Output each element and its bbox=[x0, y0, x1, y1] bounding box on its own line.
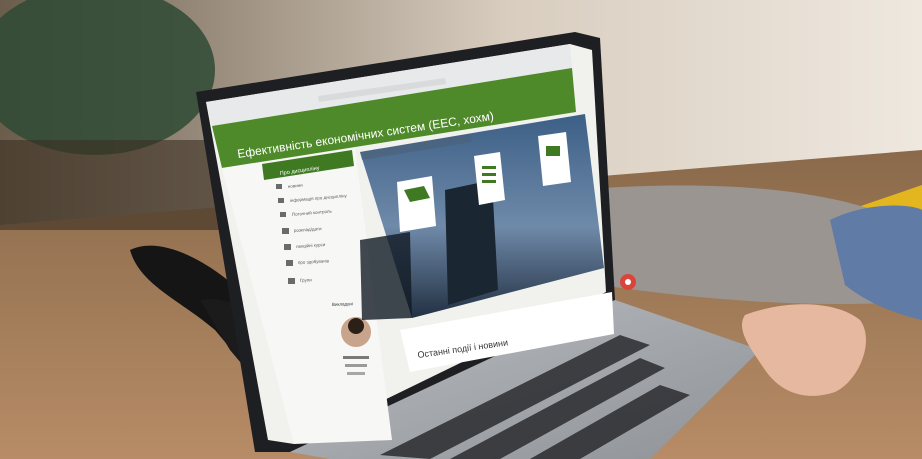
people-icon bbox=[286, 260, 293, 266]
group-icon bbox=[288, 278, 295, 284]
calendar-icon bbox=[282, 228, 289, 234]
card-courses[interactable] bbox=[397, 176, 436, 232]
photo-scene: Ефективність економічних систем (ЕЕС, хо… bbox=[0, 0, 922, 459]
teachers-heading: Викладачі bbox=[332, 301, 353, 307]
sidebar-item-groups[interactable]: Групи bbox=[300, 277, 313, 283]
teacher-name-line bbox=[343, 356, 369, 359]
info-icon bbox=[278, 198, 284, 203]
plus-icon bbox=[625, 279, 631, 285]
card-list[interactable] bbox=[474, 152, 505, 205]
card-chat[interactable] bbox=[538, 132, 571, 186]
lecture-icon bbox=[284, 244, 291, 250]
news-icon bbox=[276, 184, 282, 189]
list-icon bbox=[482, 166, 496, 169]
check-icon bbox=[280, 212, 286, 217]
chat-icon bbox=[546, 146, 560, 156]
